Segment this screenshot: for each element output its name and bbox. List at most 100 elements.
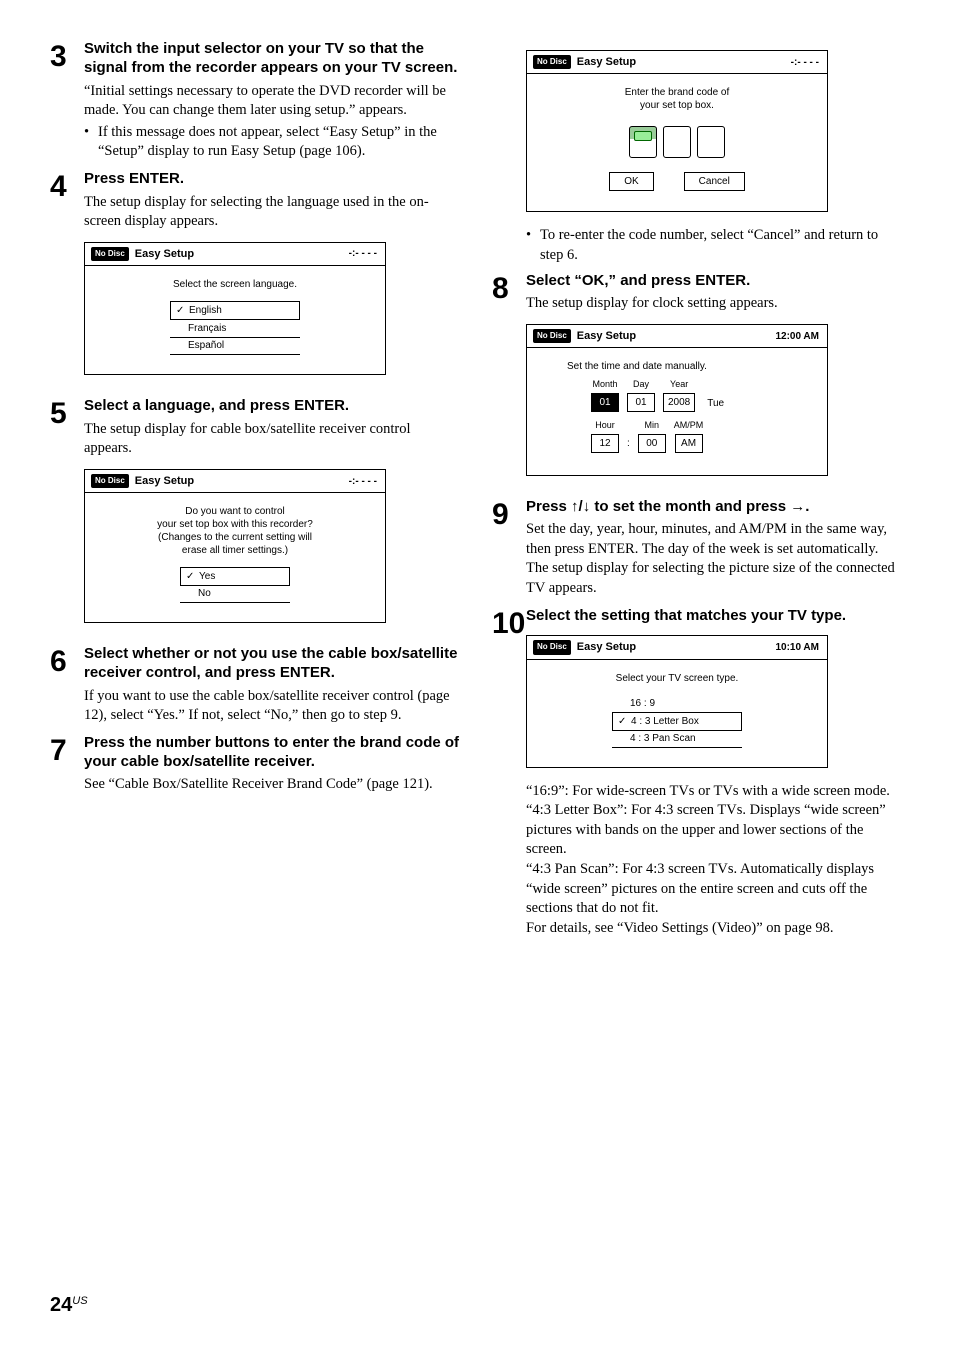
brand-code-slots (547, 126, 807, 158)
step-3-number: 3 (50, 40, 84, 162)
label-month: Month (592, 379, 617, 391)
step-8-number: 8 (492, 272, 526, 490)
osd-clock-msg: Set the time and date manually. (567, 360, 807, 373)
right-column: No Disc Easy Setup -:- - - - Enter the b… (492, 40, 904, 946)
step-6-title: Select whether or not you use the cable … (84, 645, 462, 683)
osd-language: No Disc Easy Setup -:- - - - Select the … (84, 242, 386, 375)
osd-time: -:- - - - (349, 475, 377, 488)
step-3-bullet: If this message does not appear, select … (98, 123, 462, 162)
tv-option-169[interactable]: 16 : 9 (612, 695, 742, 713)
cancel-button[interactable]: Cancel (684, 172, 745, 191)
step-3-text: “Initial settings necessary to operate t… (84, 82, 462, 121)
page-columns: 3 Switch the input selector on your TV s… (50, 40, 904, 946)
step-6-number: 6 (50, 645, 84, 726)
step-9-number: 9 (492, 498, 526, 599)
osd-stb-msg2: your set top box with this recorder? (105, 518, 365, 531)
step-3-title: Switch the input selector on your TV so … (84, 40, 462, 78)
step-8-title: Select “OK,” and press ENTER. (526, 272, 904, 291)
step-3: 3 Switch the input selector on your TV s… (50, 40, 462, 162)
osd-stb-msg1: Do you want to control (105, 505, 365, 518)
stb-option-no[interactable]: No (180, 585, 290, 603)
value-day[interactable]: 01 (627, 393, 655, 412)
label-day: Day (633, 379, 649, 391)
osd-time: 12:00 AM (775, 330, 819, 343)
tv-option-letterbox[interactable]: 4 : 3 Letter Box (612, 712, 742, 731)
step-10-title: Select the setting that matches your TV … (526, 607, 904, 626)
osd-brand-msg2: your set top box. (547, 99, 807, 112)
value-ampm[interactable]: AM (675, 434, 703, 453)
arrow-up-down-icon: ↑/↓ (571, 498, 590, 515)
step-9-text-2: The setup display for selecting the pict… (526, 559, 904, 598)
value-dow: Tue (703, 395, 728, 412)
code-slot-2[interactable] (663, 126, 691, 158)
osd-stb-control: No Disc Easy Setup -:- - - - Do you want… (84, 469, 386, 623)
step-10: 10 Select the setting that matches your … (492, 607, 904, 939)
label-ampm: AM/PM (674, 420, 704, 432)
no-disc-badge: No Disc (533, 329, 571, 343)
osd-lang-msg: Select the screen language. (105, 278, 365, 291)
osd-time: 10:10 AM (775, 641, 819, 654)
osd-time: -:- - - - (791, 56, 819, 69)
no-disc-badge: No Disc (91, 247, 129, 261)
osd-tv-msg: Select your TV screen type. (547, 672, 807, 685)
lang-option-francais[interactable]: Français (170, 319, 300, 338)
no-disc-badge: No Disc (533, 640, 571, 654)
step-7-number: 7 (50, 734, 84, 795)
step-9-text-1: Set the day, year, hour, minutes, and AM… (526, 520, 904, 559)
tv-desc-details: For details, see “Video Settings (Video)… (526, 919, 904, 939)
no-disc-badge: No Disc (91, 474, 129, 488)
lang-option-english[interactable]: English (170, 301, 300, 320)
osd-title: Easy Setup (135, 474, 194, 488)
label-year: Year (670, 379, 688, 391)
osd-title: Easy Setup (135, 247, 194, 261)
osd-tv-type: No Disc Easy Setup 10:10 AM Select your … (526, 635, 828, 767)
left-column: 3 Switch the input selector on your TV s… (50, 40, 462, 946)
label-min: Min (645, 420, 660, 432)
step-9: 9 Press ↑/↓ to set the month and press →… (492, 498, 904, 599)
no-disc-badge: No Disc (533, 55, 571, 69)
step-7: 7 Press the number buttons to enter the … (50, 734, 462, 795)
osd-time: -:- - - - (349, 247, 377, 260)
value-hour[interactable]: 12 (591, 434, 619, 453)
osd-brand-msg1: Enter the brand code of (547, 86, 807, 99)
step-4-title: Press ENTER. (84, 170, 462, 189)
step-7-text: See “Cable Box/Satellite Receiver Brand … (84, 775, 462, 795)
step-5-title: Select a language, and press ENTER. (84, 397, 462, 416)
step-9-title: Press ↑/↓ to set the month and press →. (526, 498, 904, 517)
step-4-text: The setup display for selecting the lang… (84, 193, 462, 232)
step-5: 5 Select a language, and press ENTER. Th… (50, 397, 462, 637)
step-7-title: Press the number buttons to enter the br… (84, 734, 462, 772)
step-5-number: 5 (50, 397, 84, 637)
stb-option-yes[interactable]: Yes (180, 567, 290, 586)
osd-title: Easy Setup (577, 55, 636, 69)
osd-title: Easy Setup (577, 640, 636, 654)
tv-option-panscan[interactable]: 4 : 3 Pan Scan (612, 730, 742, 748)
ok-button[interactable]: OK (609, 172, 653, 191)
value-month[interactable]: 01 (591, 393, 619, 412)
step-4: 4 Press ENTER. The setup display for sel… (50, 170, 462, 389)
step-5-text: The setup display for cable box/satellit… (84, 420, 462, 459)
step-10-number: 10 (492, 607, 526, 939)
reenter-code-text: To re-enter the code number, select “Can… (540, 226, 904, 265)
bullet-icon: • (526, 226, 540, 265)
osd-clock: No Disc Easy Setup 12:00 AM Set the time… (526, 324, 828, 476)
tv-desc-letterbox: “4:3 Letter Box”: For 4:3 screen TVs. Di… (526, 801, 904, 860)
page-number: 24US (50, 1292, 88, 1318)
bullet-icon: • (84, 123, 98, 162)
value-year[interactable]: 2008 (663, 393, 695, 412)
lang-option-espanol[interactable]: Español (170, 337, 300, 355)
step-4-number: 4 (50, 170, 84, 389)
step-8: 8 Select “OK,” and press ENTER. The setu… (492, 272, 904, 490)
code-slot-1[interactable] (629, 126, 657, 158)
label-hour: Hour (595, 420, 615, 432)
osd-stb-msg3: (Changes to the current setting will (105, 531, 365, 544)
arrow-right-icon: → (790, 498, 805, 515)
osd-title: Easy Setup (577, 329, 636, 343)
osd-brand-code: No Disc Easy Setup -:- - - - Enter the b… (526, 50, 828, 212)
code-slot-3[interactable] (697, 126, 725, 158)
step-8-text: The setup display for clock setting appe… (526, 294, 904, 314)
value-min[interactable]: 00 (638, 434, 666, 453)
tv-desc-169: “16:9”: For wide-screen TVs or TVs with … (526, 782, 904, 802)
tv-desc-panscan: “4:3 Pan Scan”: For 4:3 screen TVs. Auto… (526, 860, 904, 919)
step-6-text: If you want to use the cable box/satelli… (84, 687, 462, 726)
